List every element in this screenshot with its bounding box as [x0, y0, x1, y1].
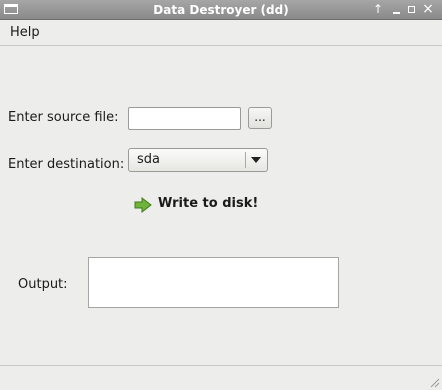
- source-file-label: Enter source file:: [8, 110, 119, 125]
- combo-separator: [245, 152, 246, 168]
- title-bar[interactable]: Data Destroyer (dd) ↑ ×: [0, 0, 442, 20]
- destination-label: Enter destination:: [8, 157, 125, 172]
- output-label: Output:: [18, 277, 68, 292]
- minimize-icon[interactable]: [390, 2, 404, 16]
- destination-value: sda: [137, 152, 160, 167]
- green-arrow-right-icon: [134, 197, 152, 213]
- close-icon[interactable]: ×: [421, 2, 435, 16]
- menu-help[interactable]: Help: [10, 25, 40, 40]
- resize-grip-icon[interactable]: [428, 376, 440, 388]
- write-to-disk-label: Write to disk!: [158, 196, 259, 211]
- output-textbox[interactable]: [88, 257, 339, 308]
- destination-select[interactable]: sda: [128, 148, 268, 172]
- browse-button[interactable]: ...: [248, 107, 272, 129]
- maximize-icon[interactable]: [405, 2, 419, 16]
- arrow-up-icon[interactable]: ↑: [371, 2, 385, 16]
- chevron-down-icon[interactable]: [251, 157, 261, 163]
- write-to-disk-button[interactable]: Write to disk!: [132, 195, 262, 215]
- app-window: Data Destroyer (dd) ↑ × Help Enter sourc…: [0, 0, 442, 390]
- menu-bar: Help: [0, 20, 442, 46]
- status-bar: [0, 365, 442, 390]
- source-file-input[interactable]: [128, 107, 241, 130]
